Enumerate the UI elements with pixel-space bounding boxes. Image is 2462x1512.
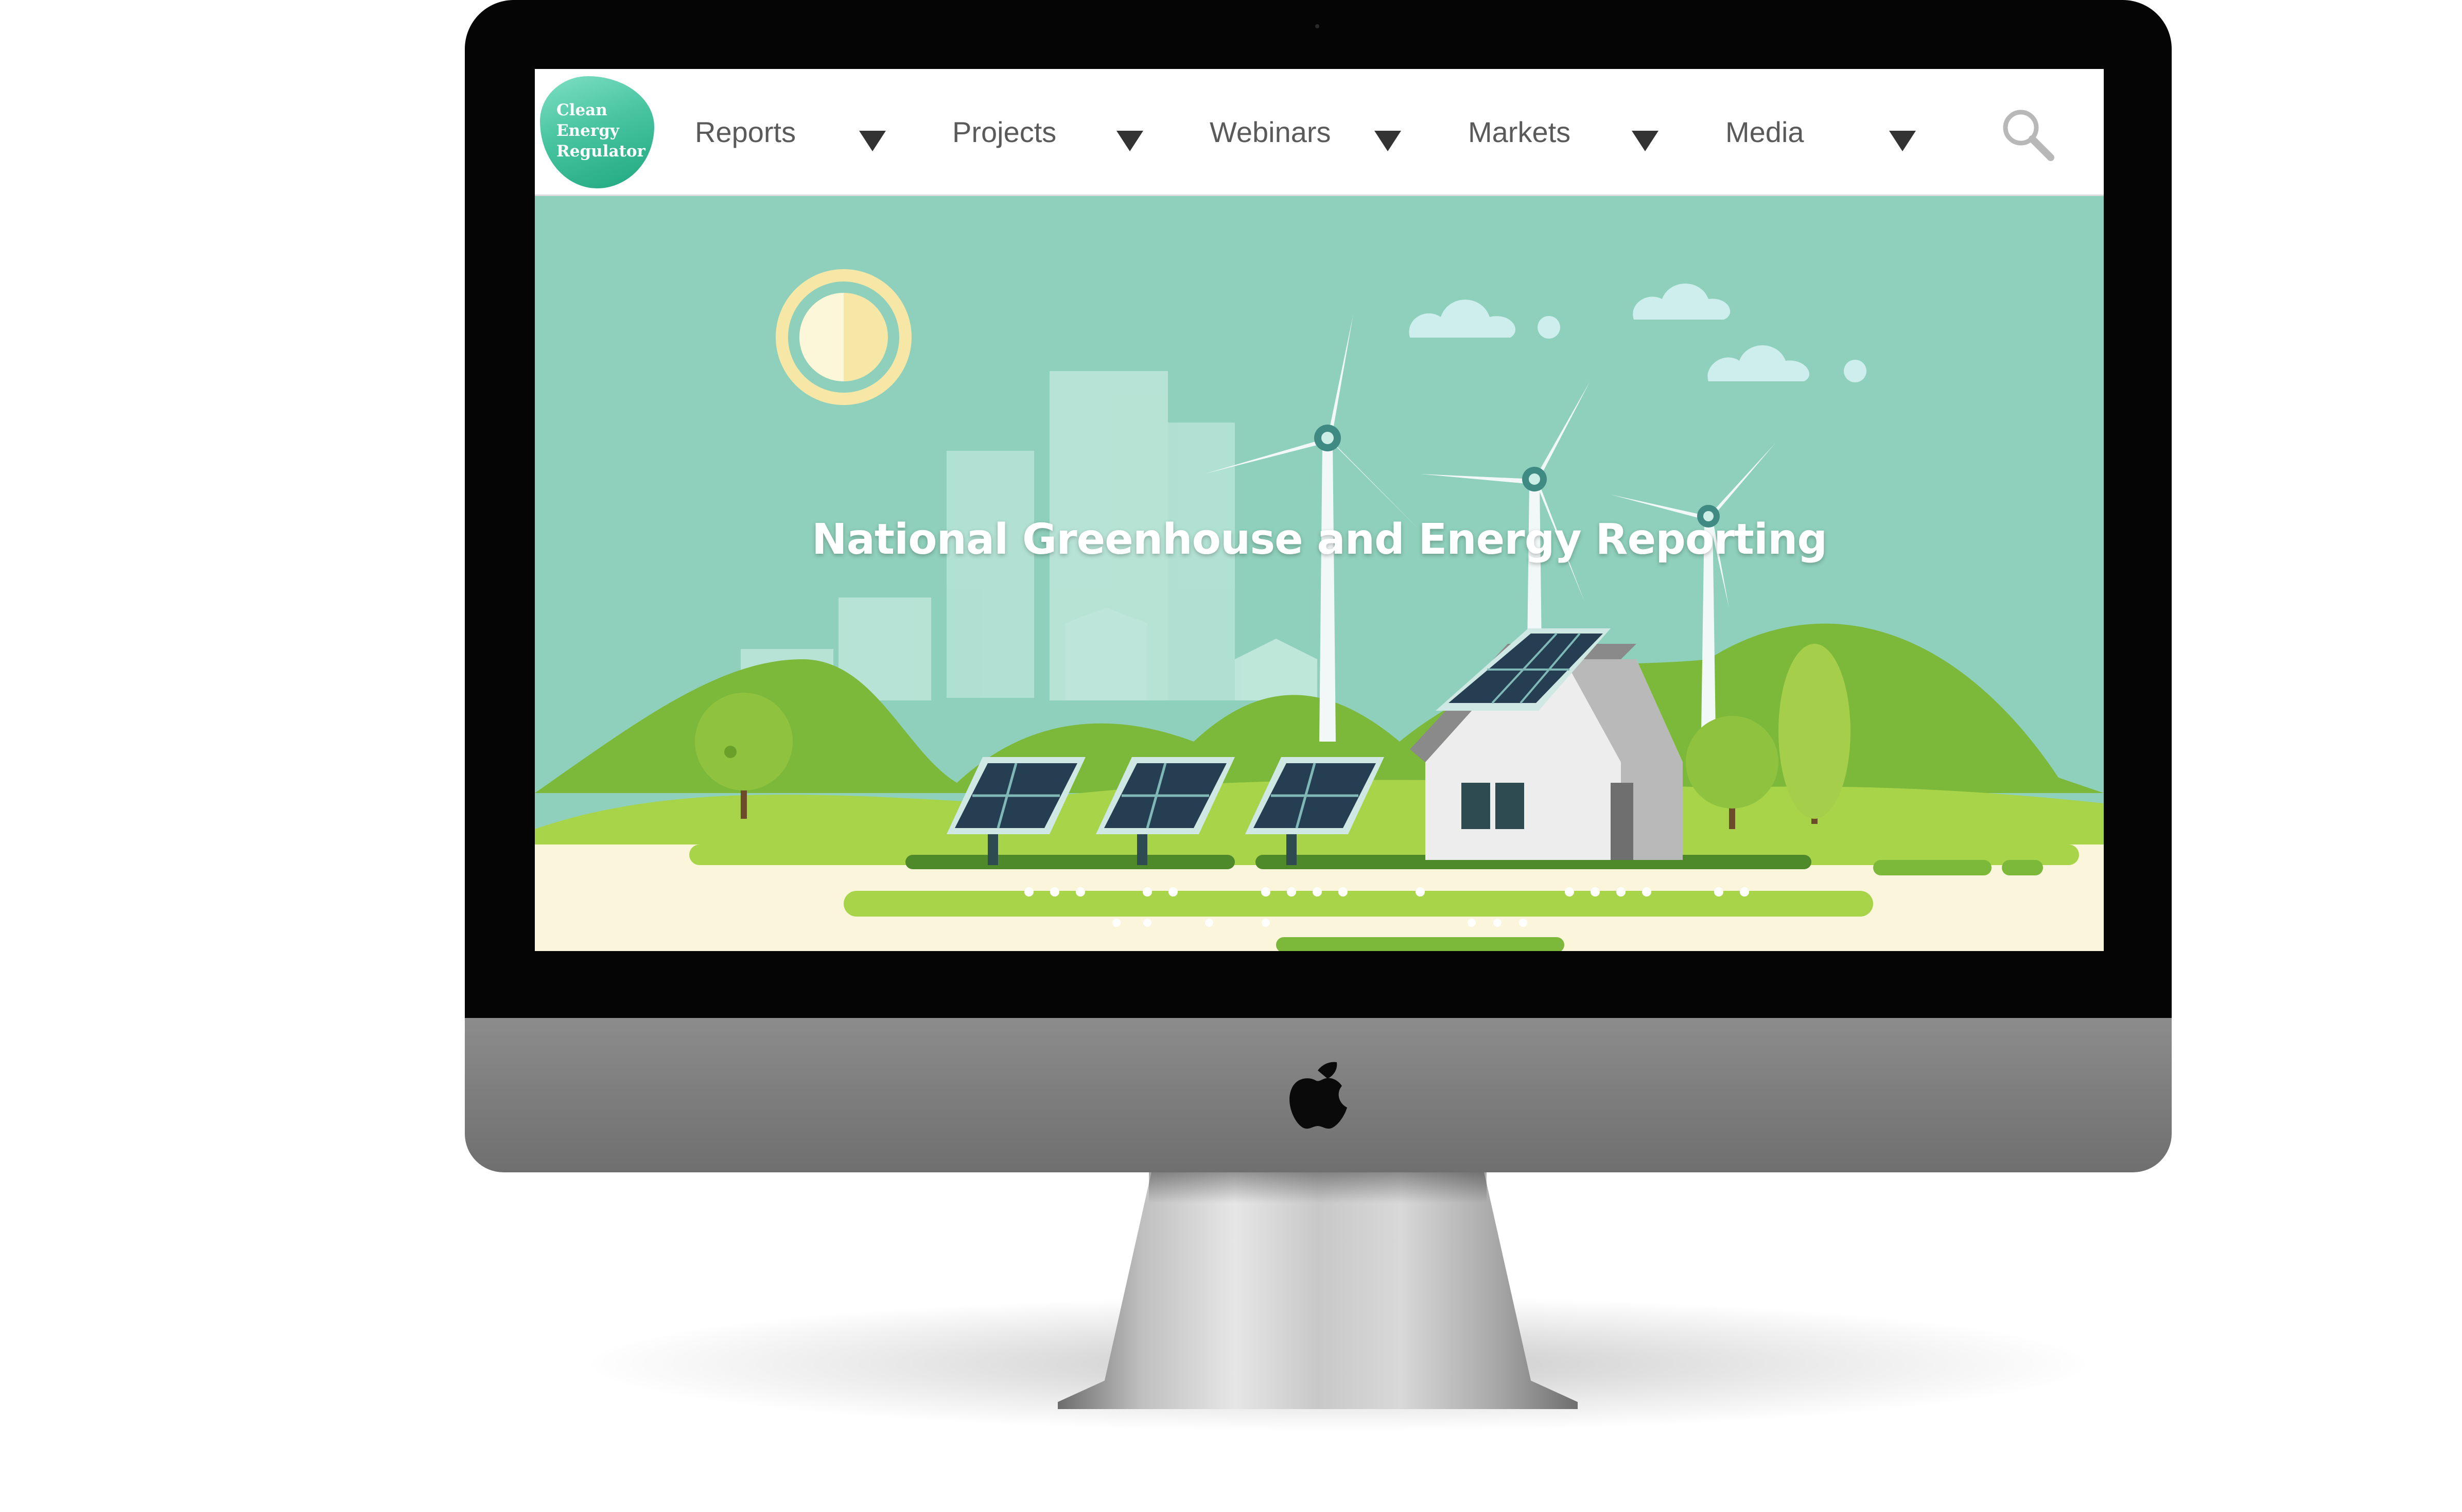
sun-icon [776,269,912,405]
hero-banner: National Greenhouse and Energy Reporting [535,196,2104,951]
nav-webinars[interactable]: Webinars [1210,69,1331,195]
apple-logo-icon [1289,1062,1347,1129]
logo-line-regulator: Regulator [556,142,645,161]
nav-markets[interactable]: Markets [1468,69,1570,195]
search-icon[interactable] [1999,106,2056,163]
nav-reports[interactable]: Reports [695,69,796,195]
screen: Clean Energy Regulator Reports Projects … [535,69,2104,951]
triangle-down-icon[interactable] [1116,131,1143,151]
nav-media[interactable]: Media [1725,69,1804,195]
house-icon [1410,628,1683,860]
camera-icon [1315,24,1319,28]
hero-title: National Greenhouse and Energy Reporting [811,515,1827,564]
logo-line-clean: Clean [556,101,607,119]
top-navigation: Clean Energy Regulator Reports Projects … [535,69,2104,196]
site-logo[interactable]: Clean Energy Regulator [540,76,654,188]
logo-text: Clean Energy Regulator [556,100,649,162]
cloud-icon [1409,284,1866,382]
logo-line-energy: Energy [556,121,619,140]
triangle-down-icon[interactable] [1632,131,1658,151]
nav-projects[interactable]: Projects [952,69,1056,195]
stand-shadow [1149,1172,1487,1203]
triangle-down-icon[interactable] [1889,131,1916,151]
triangle-down-icon[interactable] [859,131,886,151]
triangle-down-icon[interactable] [1374,131,1401,151]
monitor-stand [1058,1172,1578,1409]
hero-illustration [535,269,2104,951]
imac-device: Clean Energy Regulator Reports Projects … [0,0,2462,1512]
